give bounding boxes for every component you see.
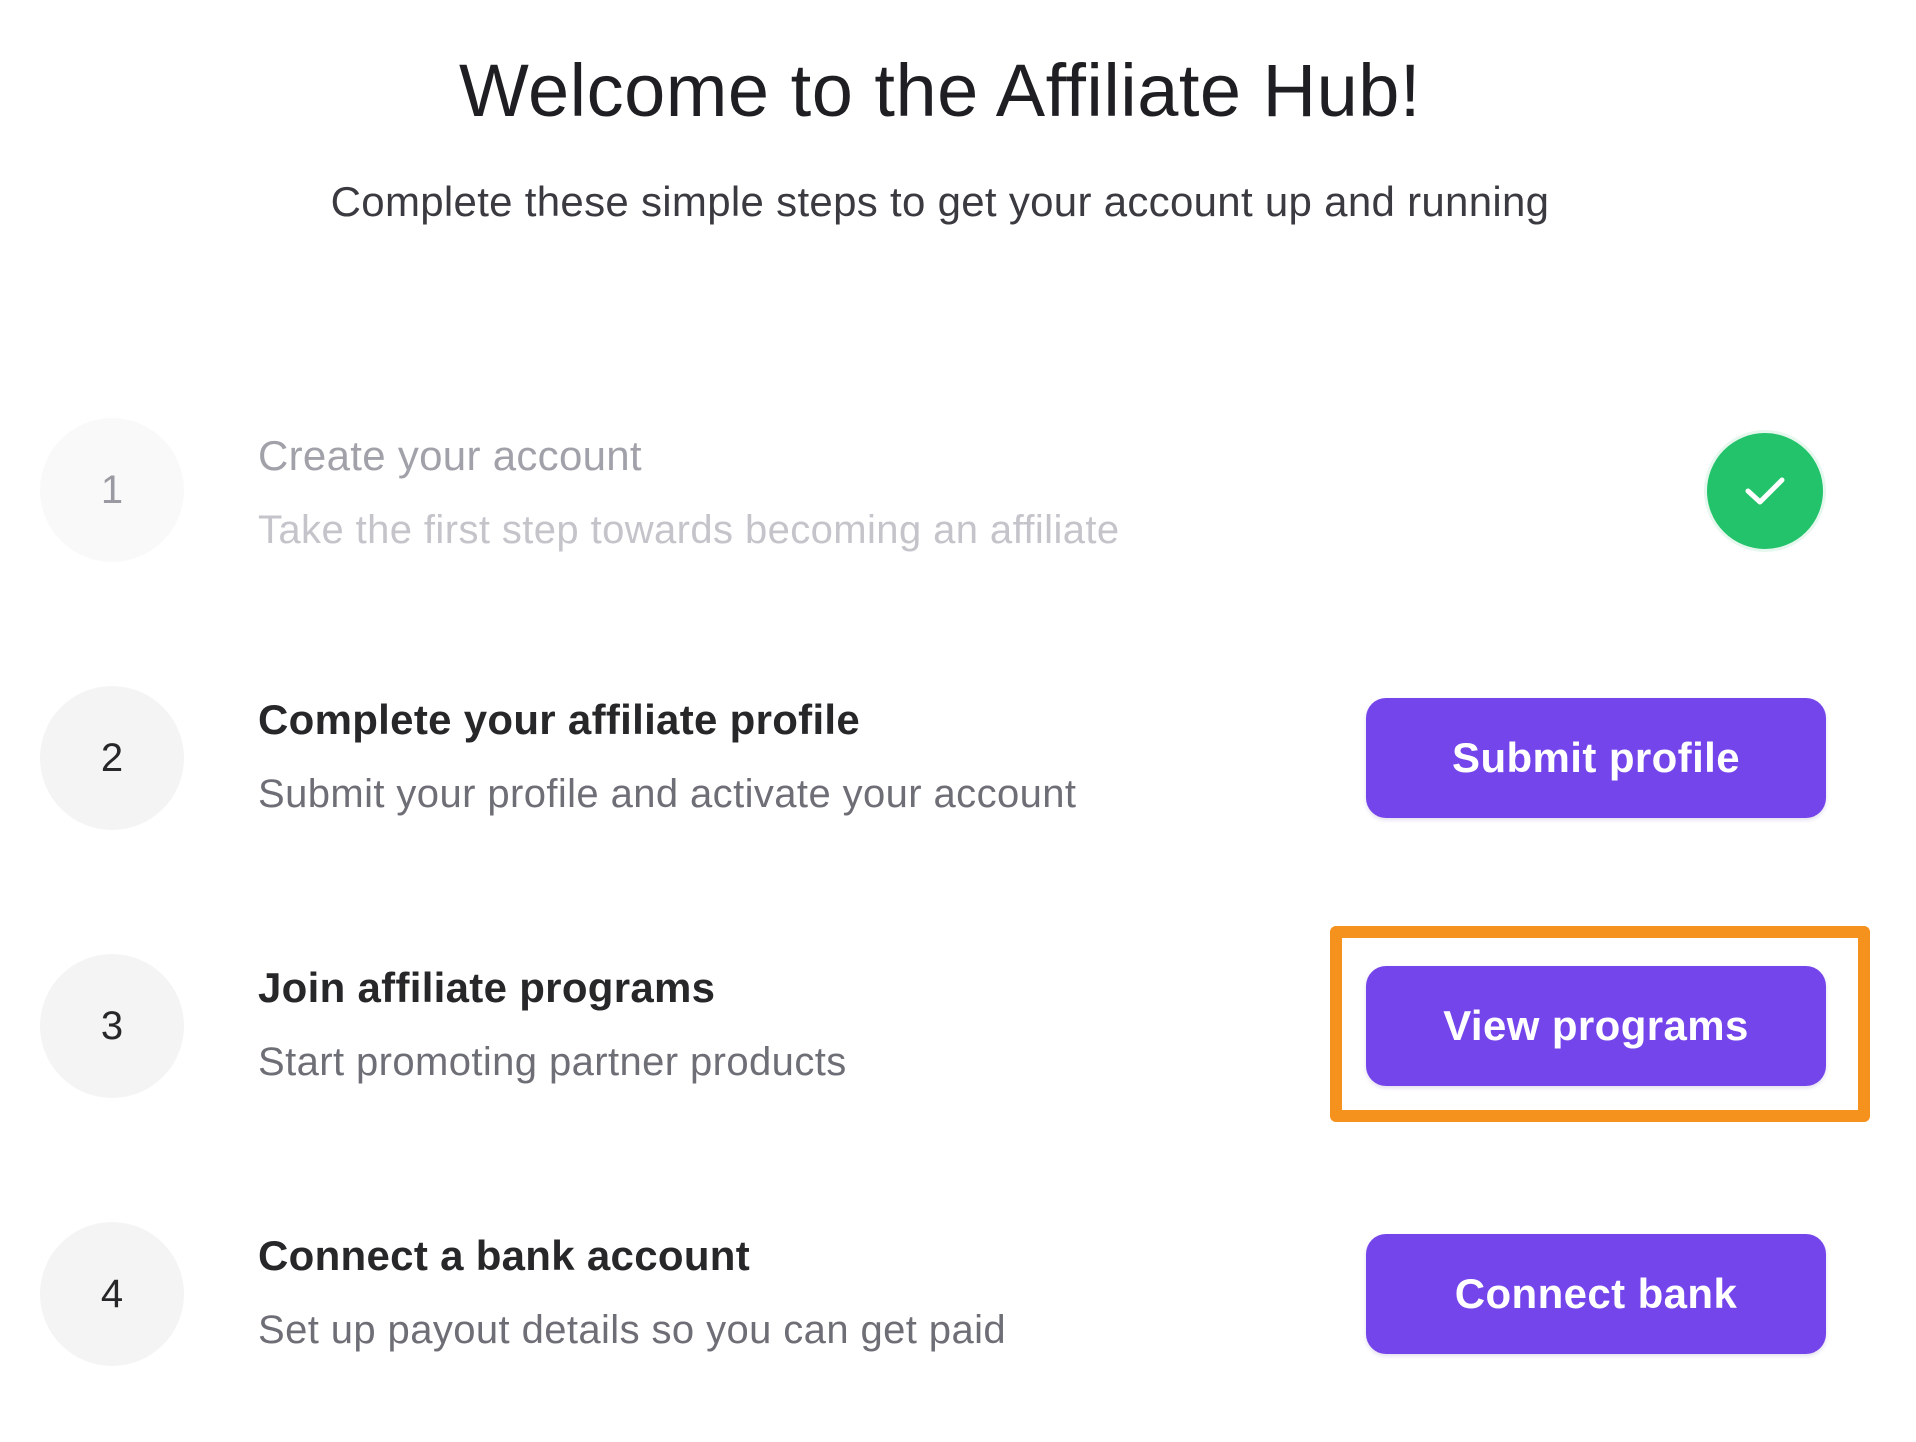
connect-bank-button[interactable]: Connect bank [1366,1234,1826,1354]
page-title: Welcome to the Affiliate Hub! [459,49,1421,132]
check-icon [1745,477,1785,505]
step-description: Set up payout details so you can get pai… [258,1308,1007,1352]
submit-profile-button[interactable]: Submit profile [1366,698,1826,818]
step-number-1: 1 [40,418,184,562]
step-create-account: 1 Create your account Take the first ste… [0,418,1916,568]
step-number-2: 2 [40,686,184,830]
step-description: Start promoting partner products [258,1040,847,1084]
step-title: Complete your affiliate profile [258,696,861,743]
step-title: Join affiliate programs [258,964,716,1011]
step-complete-profile: 2 Complete your affiliate profile Submit… [0,686,1916,836]
step-text: Connect a bank account Set up payout det… [258,1232,1006,1353]
view-programs-button[interactable]: View programs [1366,966,1826,1086]
step-connect-bank: 4 Connect a bank account Set up payout d… [0,1222,1916,1372]
onboarding-page: Welcome to the Affiliate Hub! Complete t… [0,0,1916,1442]
step-description: Take the first step towards becoming an … [258,508,1120,552]
step-text: Join affiliate programs Start promoting … [258,964,847,1085]
step-number-4: 4 [40,1222,184,1366]
step-title: Create your account [258,432,642,479]
step-description: Submit your profile and activate your ac… [258,772,1077,816]
step-join-programs: 3 Join affiliate programs Start promotin… [0,954,1916,1104]
step-text: Complete your affiliate profile Submit y… [258,696,1076,817]
step-number-3: 3 [40,954,184,1098]
completed-badge [1704,430,1826,552]
page-subtitle: Complete these simple steps to get your … [330,178,1550,225]
step-title: Connect a bank account [258,1232,751,1279]
step-text: Create your account Take the first step … [258,432,1120,553]
